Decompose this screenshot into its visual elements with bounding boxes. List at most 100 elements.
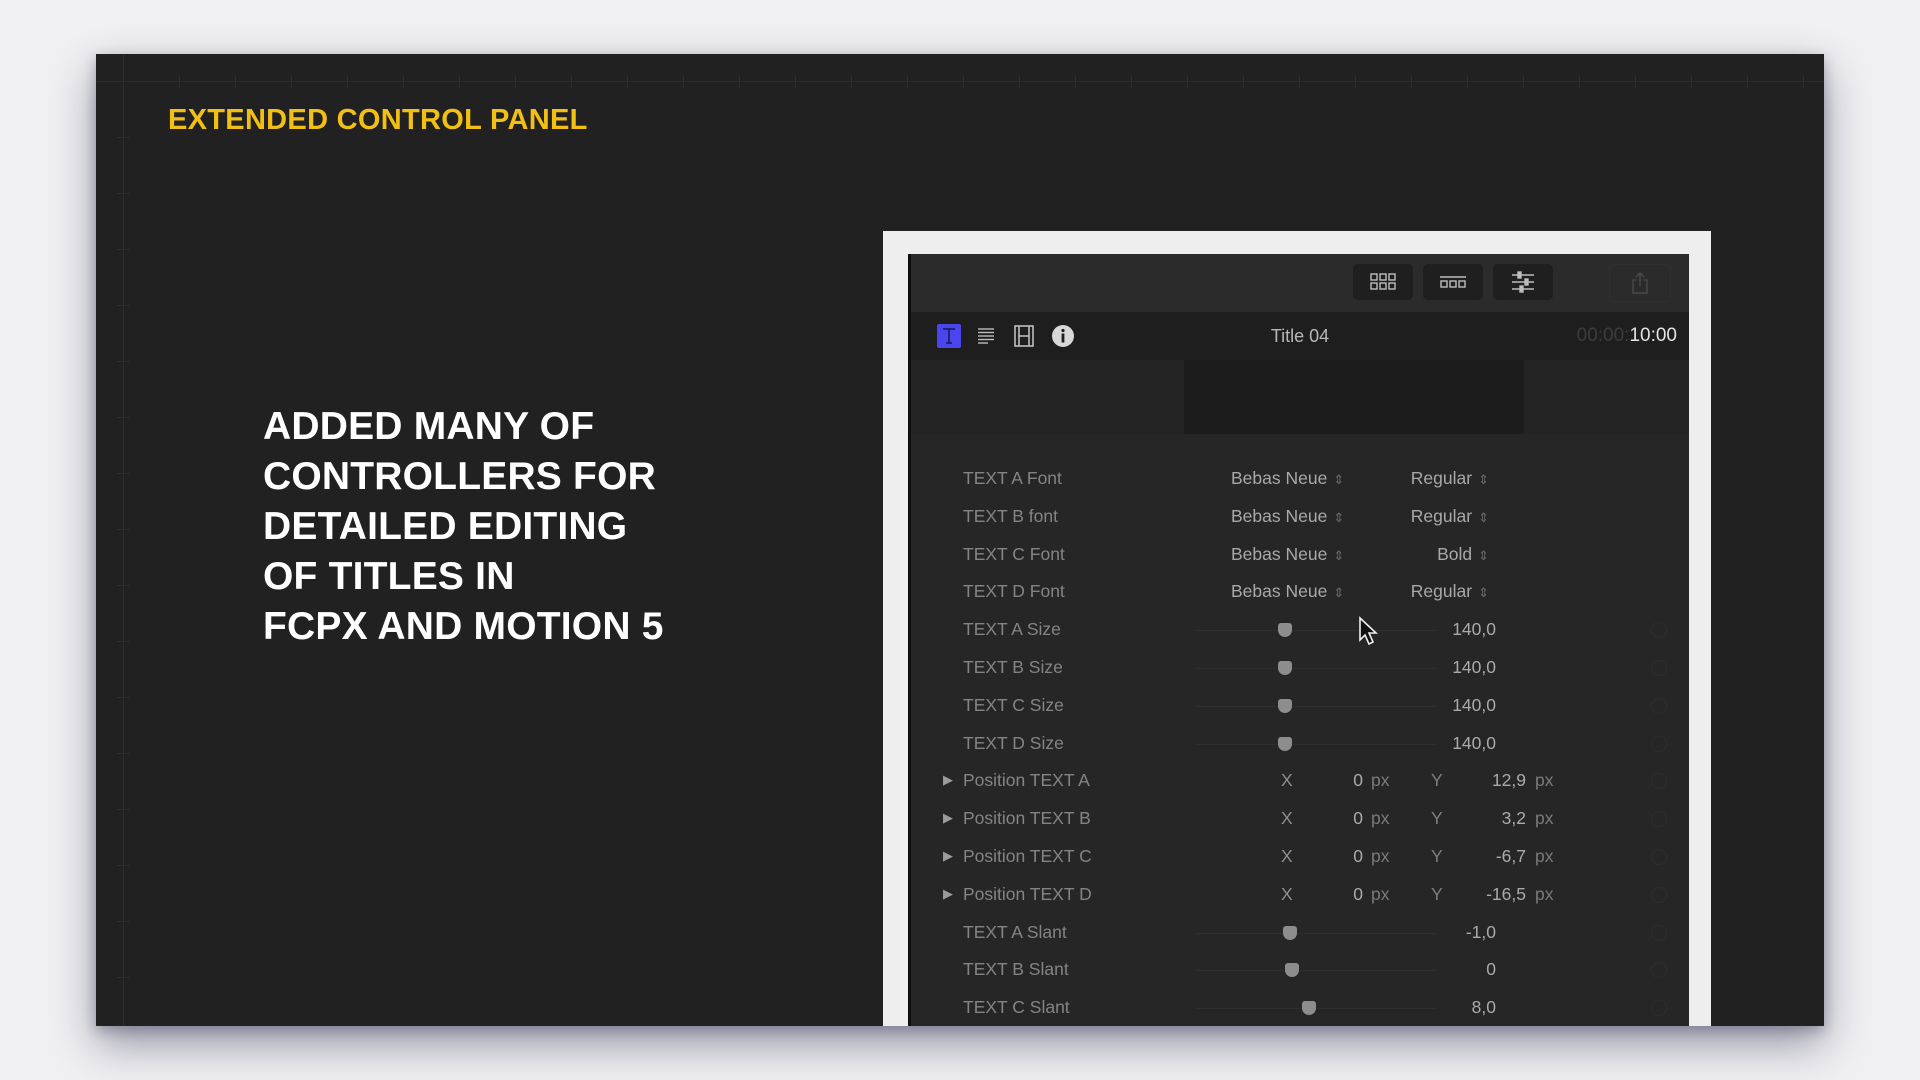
size-value[interactable]: 140,0 <box>1401 657 1496 678</box>
disclosure-triangle-icon[interactable]: ▶ <box>943 886 953 902</box>
style-popup[interactable]: Regular ⇕ <box>1381 581 1489 602</box>
param-label: TEXT A Size <box>963 619 1061 640</box>
keyframe-button[interactable] <box>1651 659 1667 676</box>
param-label: TEXT B font <box>963 505 1058 526</box>
style-popup[interactable]: Regular ⇕ <box>1381 506 1489 527</box>
keyframe-button[interactable] <box>1651 1000 1667 1017</box>
size-value[interactable]: 140,0 <box>1401 733 1496 754</box>
slant-value[interactable]: 8,0 <box>1401 997 1496 1018</box>
y-unit: px <box>1535 845 1554 866</box>
slant-slider[interactable] <box>1196 963 1436 978</box>
x-unit: px <box>1371 808 1390 829</box>
timeline-icon <box>1440 276 1466 288</box>
slide-heading: EXTENDED CONTROL PANEL <box>168 104 588 136</box>
inspector-panel: Title 04 00:00:10:00 TEXT A Font Bebas N… <box>908 254 1689 1026</box>
param-label: Position TEXT D <box>963 883 1092 904</box>
x-unit: px <box>1371 883 1390 904</box>
body-line: ADDED MANY OF <box>263 405 595 448</box>
size-value[interactable]: 140,0 <box>1401 695 1496 716</box>
disclosure-triangle-icon[interactable]: ▶ <box>943 810 953 826</box>
x-unit: px <box>1371 845 1390 866</box>
y-value[interactable]: -6,7 <box>1446 846 1526 867</box>
font-popup[interactable]: Bebas Neue ⇕ <box>1231 506 1344 527</box>
disclosure-triangle-icon[interactable]: ▶ <box>943 772 953 788</box>
x-label: X <box>1281 883 1293 904</box>
font-value: Bebas Neue <box>1231 543 1328 564</box>
size-row: TEXT C Size 140,0 <box>911 687 1689 725</box>
x-value[interactable]: 0 <box>1341 846 1363 867</box>
keyframe-button[interactable] <box>1651 773 1667 790</box>
updown-icon: ⇕ <box>1333 585 1345 601</box>
slider-thumb[interactable] <box>1277 623 1292 638</box>
slant-slider[interactable] <box>1196 925 1436 940</box>
disclosure-triangle-icon[interactable]: ▶ <box>943 848 953 864</box>
position-row: ▶ Position TEXT A X 0 px Y 12,9 px <box>911 762 1689 800</box>
inspector-sliders-icon <box>1512 271 1534 293</box>
y-unit: px <box>1535 883 1554 904</box>
size-row: TEXT D Size 140,0 <box>911 725 1689 763</box>
slider-thumb[interactable] <box>1301 1001 1316 1016</box>
slider-thumb[interactable] <box>1277 660 1292 675</box>
x-unit: px <box>1371 770 1390 791</box>
y-value[interactable]: -16,5 <box>1446 884 1526 905</box>
timecode-value: 10:00 <box>1629 325 1677 346</box>
y-value[interactable]: 12,9 <box>1446 770 1526 791</box>
slide-body-text: ADDED MANY OF CONTROLLERS FOR DETAILED E… <box>263 402 664 652</box>
param-label: Position TEXT B <box>963 808 1091 829</box>
style-value: Regular <box>1410 468 1473 488</box>
y-label: Y <box>1431 770 1443 791</box>
size-value[interactable]: 140,0 <box>1401 619 1496 640</box>
inspector-button[interactable] <box>1493 264 1553 300</box>
keyframe-button[interactable] <box>1651 622 1667 639</box>
x-value[interactable]: 0 <box>1341 808 1363 829</box>
keyframe-button[interactable] <box>1651 962 1667 979</box>
font-value: Bebas Neue <box>1231 505 1328 526</box>
font-row: TEXT B font Bebas Neue ⇕ Regular ⇕ <box>911 498 1689 536</box>
keyframe-button[interactable] <box>1651 811 1667 828</box>
slant-row: TEXT A Slant -1,0 <box>911 914 1689 952</box>
slider-thumb[interactable] <box>1277 698 1292 713</box>
y-value[interactable]: 3,2 <box>1446 808 1526 829</box>
updown-icon: ⇕ <box>1478 547 1489 563</box>
font-popup[interactable]: Bebas Neue ⇕ <box>1231 544 1344 565</box>
slant-value[interactable]: -1,0 <box>1401 922 1496 943</box>
param-label: TEXT A Font <box>963 468 1062 488</box>
y-label: Y <box>1431 845 1443 866</box>
browser-grid-icon <box>1370 273 1396 290</box>
slider-thumb[interactable] <box>1282 925 1297 940</box>
share-button[interactable] <box>1609 264 1671 302</box>
clip-title: Title 04 <box>1270 326 1330 346</box>
keyframe-button[interactable] <box>1651 735 1667 752</box>
position-row: ▶ Position TEXT D X 0 px Y -16,5 px <box>911 876 1689 914</box>
slant-slider[interactable] <box>1196 1001 1436 1016</box>
keyframe-button[interactable] <box>1651 697 1667 714</box>
keyframe-button[interactable] <box>1651 848 1667 865</box>
slider-thumb[interactable] <box>1285 963 1299 978</box>
timecode-dim: 00:00: <box>1576 325 1630 346</box>
size-slider[interactable] <box>1196 623 1436 638</box>
preview-area <box>911 360 1689 434</box>
size-slider[interactable] <box>1196 698 1436 713</box>
param-label: TEXT B Size <box>963 656 1063 677</box>
style-value: Regular <box>1410 581 1473 602</box>
size-slider[interactable] <box>1196 736 1436 751</box>
slider-thumb[interactable] <box>1277 736 1292 751</box>
param-label: TEXT C Slant <box>963 997 1070 1018</box>
font-popup[interactable]: Bebas Neue ⇕ <box>1231 581 1344 602</box>
x-value[interactable]: 0 <box>1341 770 1363 791</box>
browser-grid-button[interactable] <box>1353 264 1413 300</box>
timeline-button[interactable] <box>1423 264 1483 300</box>
parameter-list: TEXT A Font Bebas Neue ⇕ Regular ⇕ TEXT B … <box>911 460 1689 1026</box>
updown-icon: ⇕ <box>1333 472 1345 487</box>
x-value[interactable]: 0 <box>1341 884 1363 905</box>
keyframe-button[interactable] <box>1651 924 1667 941</box>
font-value: Bebas Neue <box>1231 581 1328 602</box>
param-label: TEXT D Size <box>963 732 1064 753</box>
slide-card: EXTENDED CONTROL PANEL ADDED MANY OF CON… <box>96 54 1824 1026</box>
slant-value[interactable]: 0 <box>1401 959 1496 980</box>
size-slider[interactable] <box>1196 660 1436 675</box>
font-popup[interactable]: Bebas Neue ⇕ <box>1231 468 1344 489</box>
style-popup[interactable]: Regular ⇕ <box>1381 468 1489 489</box>
style-popup[interactable]: Bold ⇕ <box>1381 544 1489 565</box>
keyframe-button[interactable] <box>1651 886 1667 903</box>
